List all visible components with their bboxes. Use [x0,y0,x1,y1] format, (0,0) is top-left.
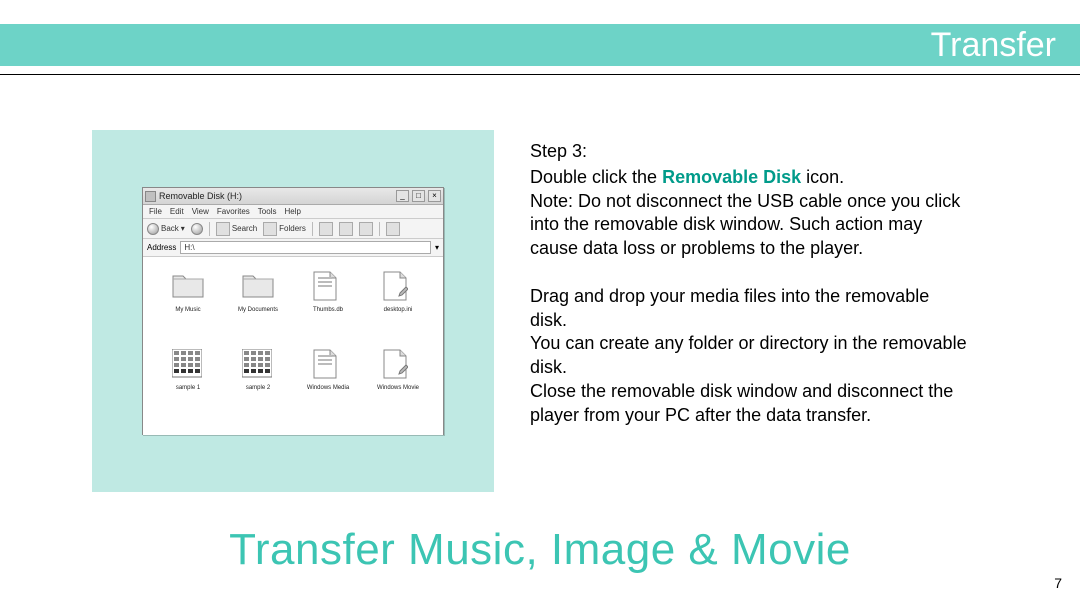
step-label: Step 3: [530,140,968,164]
grid-icon [242,349,274,381]
doc-icon [312,349,344,381]
folders-button[interactable]: Folders [263,222,306,236]
file-item[interactable]: My Documents [223,271,293,343]
file-label: desktop.ini [384,307,413,314]
file-pane: My Music My Documents Thumbs.db desktop.ini… [143,257,443,435]
content-row: Removable Disk (H:) _ □ × File Edit View… [92,130,1046,492]
address-label: Address [147,243,176,252]
close-button[interactable]: × [428,190,441,202]
back-icon [147,223,159,235]
file-label: sample 2 [246,385,270,392]
file-label: sample 1 [176,385,200,392]
search-icon [216,222,230,236]
toolbar-separator [379,222,380,236]
address-input[interactable]: H:\ [180,241,431,254]
address-bar: Address H:\ ▾ [143,239,443,257]
menu-tools[interactable]: Tools [258,207,277,216]
toolbar: Back▾ Search Folders [143,219,443,239]
menu-help[interactable]: Help [284,207,300,216]
file-item[interactable]: Windows Movie [363,349,433,421]
file-label: My Documents [238,307,278,314]
window-icon [145,191,156,202]
file-label: Windows Movie [377,385,419,392]
step-line1a: Double click the [530,167,662,187]
window-titlebar: Removable Disk (H:) _ □ × [143,188,443,205]
toolbar-icon[interactable] [359,222,373,236]
menu-edit[interactable]: Edit [170,207,184,216]
header-rule [0,74,1080,75]
menu-favorites[interactable]: Favorites [217,207,250,216]
views-icon[interactable] [386,222,400,236]
step-paragraph: Double click the Removable Disk icon. No… [530,166,968,261]
file-item[interactable]: My Music [153,271,223,343]
toolbar-separator [312,222,313,236]
search-button[interactable]: Search [216,222,257,236]
folders-icon [263,222,277,236]
removable-disk-highlight: Removable Disk [662,167,801,187]
toolbar-separator [209,222,210,236]
menu-view[interactable]: View [192,207,209,216]
file-item[interactable]: desktop.ini [363,271,433,343]
step-note: Note: Do not disconnect the USB cable on… [530,191,960,259]
grid-icon [172,349,204,381]
file-label: Thumbs.db [313,307,343,314]
paragraph-2: Drag and drop your media files into the … [530,285,968,333]
toolbar-icon[interactable] [319,222,333,236]
menu-file[interactable]: File [149,207,162,216]
doc-icon [312,271,344,303]
folder-icon [242,271,274,303]
doc-pencil-icon [382,349,414,381]
menubar: File Edit View Favorites Tools Help [143,205,443,219]
file-item[interactable]: sample 2 [223,349,293,421]
file-label: My Music [175,307,200,314]
header-band: Transfer [0,24,1080,66]
forward-icon[interactable] [191,223,203,235]
file-label: Windows Media [307,385,349,392]
folder-icon [172,271,204,303]
page-number: 7 [1054,575,1062,591]
paragraph-4: Close the removable disk window and disc… [530,380,968,428]
paragraph-3: You can create any folder or directory i… [530,332,968,380]
file-item[interactable]: Thumbs.db [293,271,363,343]
instructions: Step 3: Double click the Removable Disk … [530,130,1046,492]
maximize-button[interactable]: □ [412,190,425,202]
window-title-text: Removable Disk (H:) [159,191,393,201]
toolbar-icon[interactable] [339,222,353,236]
file-item[interactable]: Windows Media [293,349,363,421]
doc-pencil-icon [382,271,414,303]
back-button[interactable]: Back▾ [147,223,185,235]
minimize-button[interactable]: _ [396,190,409,202]
header-title: Transfer [931,24,1056,66]
screenshot-container: Removable Disk (H:) _ □ × File Edit View… [92,130,494,492]
explorer-window: Removable Disk (H:) _ □ × File Edit View… [142,187,444,435]
footer-title: Transfer Music, Image & Movie [0,525,1080,575]
step-line1c: icon. [801,167,844,187]
file-item[interactable]: sample 1 [153,349,223,421]
